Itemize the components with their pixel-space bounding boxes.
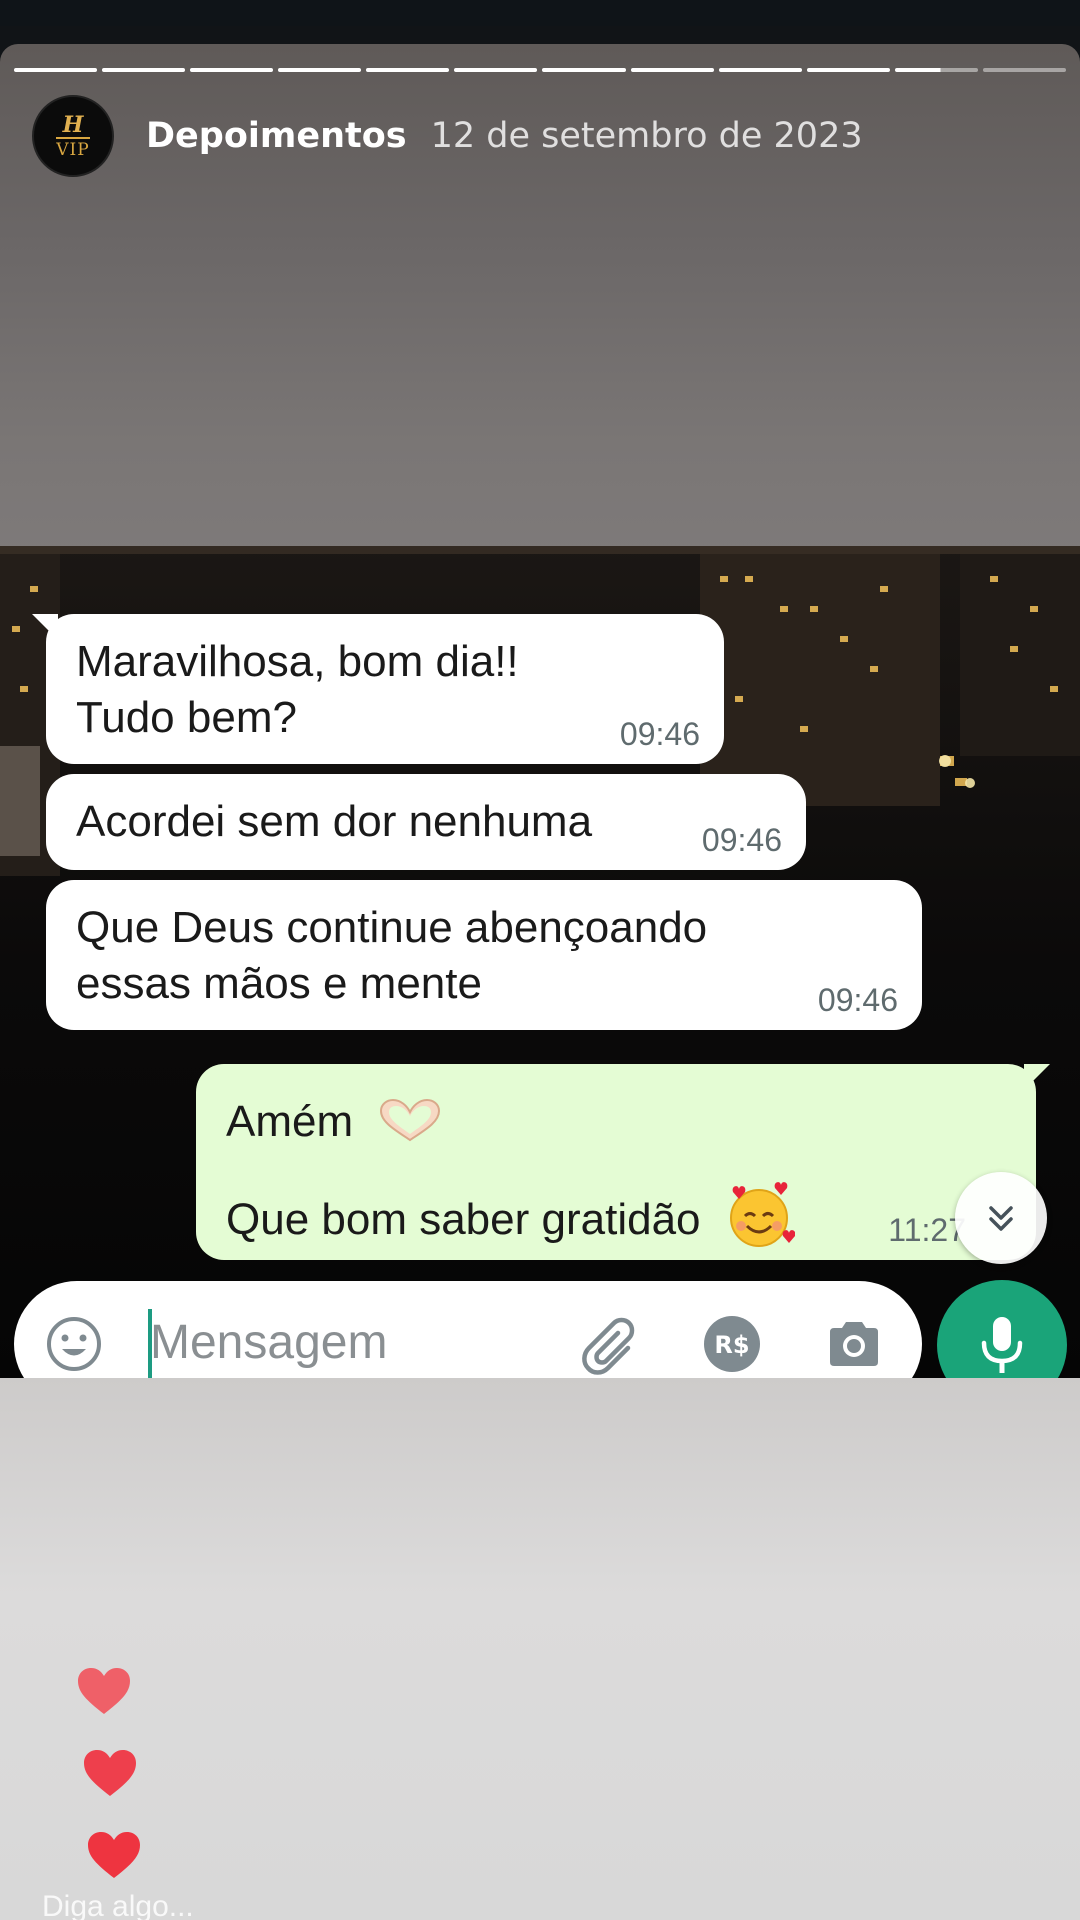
- svg-text:R$: R$: [714, 1331, 749, 1359]
- message-bubble-incoming[interactable]: Que Deus continue abençoando essas mãos …: [46, 880, 922, 1030]
- message-time: 09:46: [619, 716, 700, 752]
- account-name[interactable]: Depoimentos: [146, 116, 407, 156]
- progress-segment: [14, 68, 98, 72]
- progress-segment: [190, 68, 274, 72]
- smiling-face-with-hearts-emoji: [729, 1182, 795, 1247]
- heart-reaction-icon: [88, 1832, 140, 1878]
- message-text-line: Maravilhosa, bom dia!!: [76, 637, 519, 686]
- progress-segment-current: [894, 68, 978, 72]
- story-header: H VIP Depoimentos 12 de setembro de 2023: [32, 95, 863, 177]
- progress-segment: [366, 68, 450, 72]
- avatar-vip-badge: VIP: [56, 136, 90, 160]
- scroll-down-icon: [989, 1206, 1013, 1231]
- message-text-line: Acordei sem dor nenhuma: [76, 797, 593, 846]
- reply-input[interactable]: Diga algo...: [42, 1890, 194, 1920]
- message-text-line: Tudo bem?: [76, 693, 297, 742]
- heart-reaction-icon: [84, 1750, 136, 1796]
- heart-reaction-icon: [78, 1668, 130, 1714]
- progress-segment: [718, 68, 802, 72]
- message-time: 09:46: [701, 822, 782, 858]
- post-date: 12 de setembro de 2023: [430, 116, 863, 156]
- message-bubble-outgoing[interactable]: Amém Que bom saber gratidão 11:27: [196, 1064, 1050, 1260]
- progress-segment: [982, 68, 1066, 72]
- heart-hands-emoji: [380, 1098, 441, 1142]
- avatar[interactable]: H VIP: [32, 95, 114, 177]
- message-input[interactable]: Mensagem: [150, 1313, 387, 1373]
- message-text-line: Amém: [226, 1097, 354, 1146]
- message-time: 09:46: [817, 982, 898, 1018]
- chat-screenshot: Maravilhosa, bom dia!! Tudo bem? 09:46 A…: [0, 546, 1080, 1378]
- status-bar: [0, 0, 1080, 26]
- message-text-line: Que Deus continue abençoando: [76, 903, 708, 952]
- progress-segment: [542, 68, 626, 72]
- progress-segment: [630, 68, 714, 72]
- emoji-icon[interactable]: [44, 1314, 104, 1374]
- message-bubble-incoming[interactable]: Acordei sem dor nenhuma 09:46: [46, 774, 806, 870]
- progress-segment: [454, 68, 538, 72]
- bubble-tail: [1024, 1064, 1050, 1090]
- message-bubble-incoming[interactable]: Maravilhosa, bom dia!! Tudo bem? 09:46: [32, 614, 724, 764]
- message-line-amen: Amém: [226, 1094, 1006, 1150]
- mic-icon: [981, 1317, 1023, 1373]
- message-text-line: Que bom saber gratidão: [226, 1195, 701, 1244]
- message-text-line: essas mãos e mente: [76, 959, 482, 1008]
- story-progress-bar: [14, 68, 1066, 72]
- camera-icon[interactable]: [824, 1314, 884, 1374]
- progress-segment: [102, 68, 186, 72]
- payment-icon[interactable]: R$: [702, 1314, 762, 1374]
- attach-icon[interactable]: [576, 1314, 640, 1378]
- story-bottom-area: [0, 1378, 1080, 1920]
- scroll-down-button[interactable]: [955, 1172, 1047, 1264]
- bubble-tail: [32, 614, 58, 640]
- progress-segment: [806, 68, 890, 72]
- progress-segment: [278, 68, 362, 72]
- avatar-logo-letter: H: [62, 111, 84, 138]
